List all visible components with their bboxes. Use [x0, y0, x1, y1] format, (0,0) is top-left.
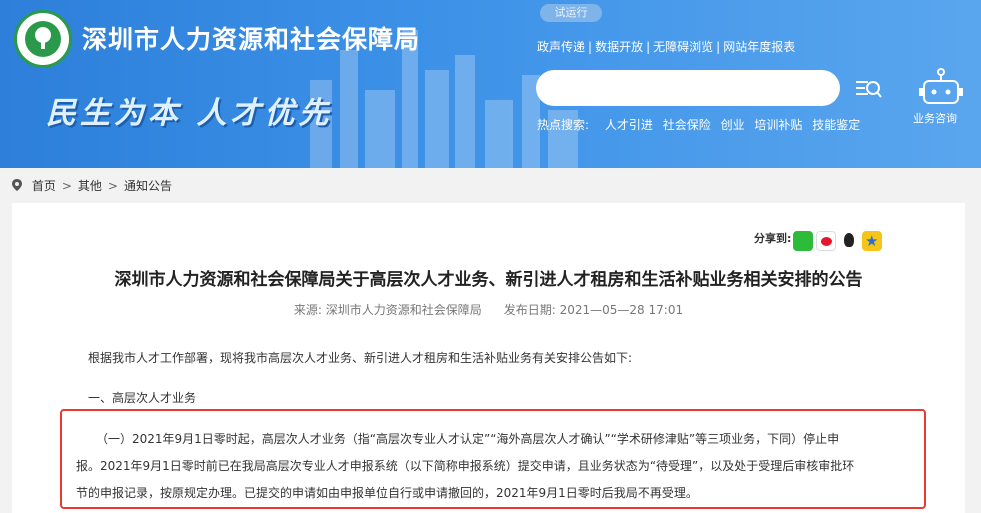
wechat-icon[interactable]: [793, 230, 813, 251]
service-consult-label[interactable]: 业务咨询: [913, 110, 957, 126]
breadcrumb-separator: >: [61, 179, 72, 193]
link-accessibility[interactable]: 无障碍浏览: [653, 40, 713, 54]
location-pin-icon: [12, 179, 22, 191]
breadcrumb-other[interactable]: 其他: [78, 179, 102, 193]
highlight-line: 节的申报记录，按原规定办理。已提交的申请如由申报单位自行或申请撤回的，2021年…: [76, 486, 698, 500]
hot-item-training[interactable]: 培训补贴: [754, 118, 802, 132]
breadcrumb-notice[interactable]: 通知公告: [124, 179, 172, 193]
hot-search-label: 热点搜索:: [537, 118, 590, 132]
breadcrumb-separator: >: [107, 179, 118, 193]
site-logo[interactable]: [14, 10, 72, 68]
link-data-open[interactable]: 数据开放: [595, 40, 643, 54]
link-annual-report[interactable]: 网站年度报表: [723, 40, 795, 54]
share-label: 分享到:: [754, 232, 792, 245]
article-meta: 来源: 深圳市人力资源和社会保障局 发布日期: 2021—05—28 17:01: [12, 301, 965, 318]
site-title[interactable]: 深圳市人力资源和社会保障局: [82, 20, 420, 56]
breadcrumb-home[interactable]: 首页: [32, 179, 56, 193]
highlighted-paragraph: （一）2021年9月1日零时起，高层次人才业务（指“高层次专业人才认定”“海外高…: [60, 409, 926, 509]
weibo-icon[interactable]: [816, 230, 836, 251]
link-zhengsheng[interactable]: 政声传递: [537, 40, 585, 54]
section-heading: 一、高层次人才业务: [88, 391, 197, 405]
search-icon[interactable]: [848, 72, 886, 106]
search-input[interactable]: [536, 70, 840, 106]
site-header: 深圳市人力资源和社会保障局 民生为本 人才优先 试运行 政声传递 | 数据开放 | 无障…: [0, 0, 981, 168]
article-title: 深圳市人力资源和社会保障局关于高层次人才业务、新引进人才租房和生活补贴业务相关安…: [114, 270, 863, 290]
qq-icon[interactable]: [839, 230, 859, 251]
share-icons: ★: [793, 230, 885, 251]
highlight-line: （一）2021年9月1日零时起，高层次人才业务（指“高层次专业人才认定”“海外高…: [96, 432, 840, 446]
highlight-line: 报。2021年9月1日零时前已在我局高层次专业人才申报系统（以下简称申报系统）提…: [76, 459, 855, 473]
trial-badge: 试运行: [540, 4, 602, 22]
hot-item-startup[interactable]: 创业: [721, 118, 745, 132]
hot-item-insurance[interactable]: 社会保险: [663, 118, 711, 132]
article-intro: 根据我市人才工作部署，现将我市高层次人才业务、新引进人才租房和生活补贴业务有关安…: [88, 351, 633, 365]
hot-search: 热点搜索: 人才引进 社会保险 创业 培训补贴 技能鉴定: [537, 116, 866, 133]
breadcrumb: 首页 > 其他 > 通知公告: [12, 177, 172, 194]
qzone-icon[interactable]: ★: [862, 230, 882, 251]
article-date: 发布日期: 2021—05—28 17:01: [503, 303, 684, 317]
slogan: 民生为本 人才优先: [46, 96, 333, 131]
hot-item-talent[interactable]: 人才引进: [605, 118, 653, 132]
top-links: 政声传递 | 数据开放 | 无障碍浏览 | 网站年度报表: [537, 40, 796, 54]
hot-item-skill[interactable]: 技能鉴定: [812, 118, 860, 132]
article-source: 来源: 深圳市人力资源和社会保障局: [293, 303, 482, 317]
